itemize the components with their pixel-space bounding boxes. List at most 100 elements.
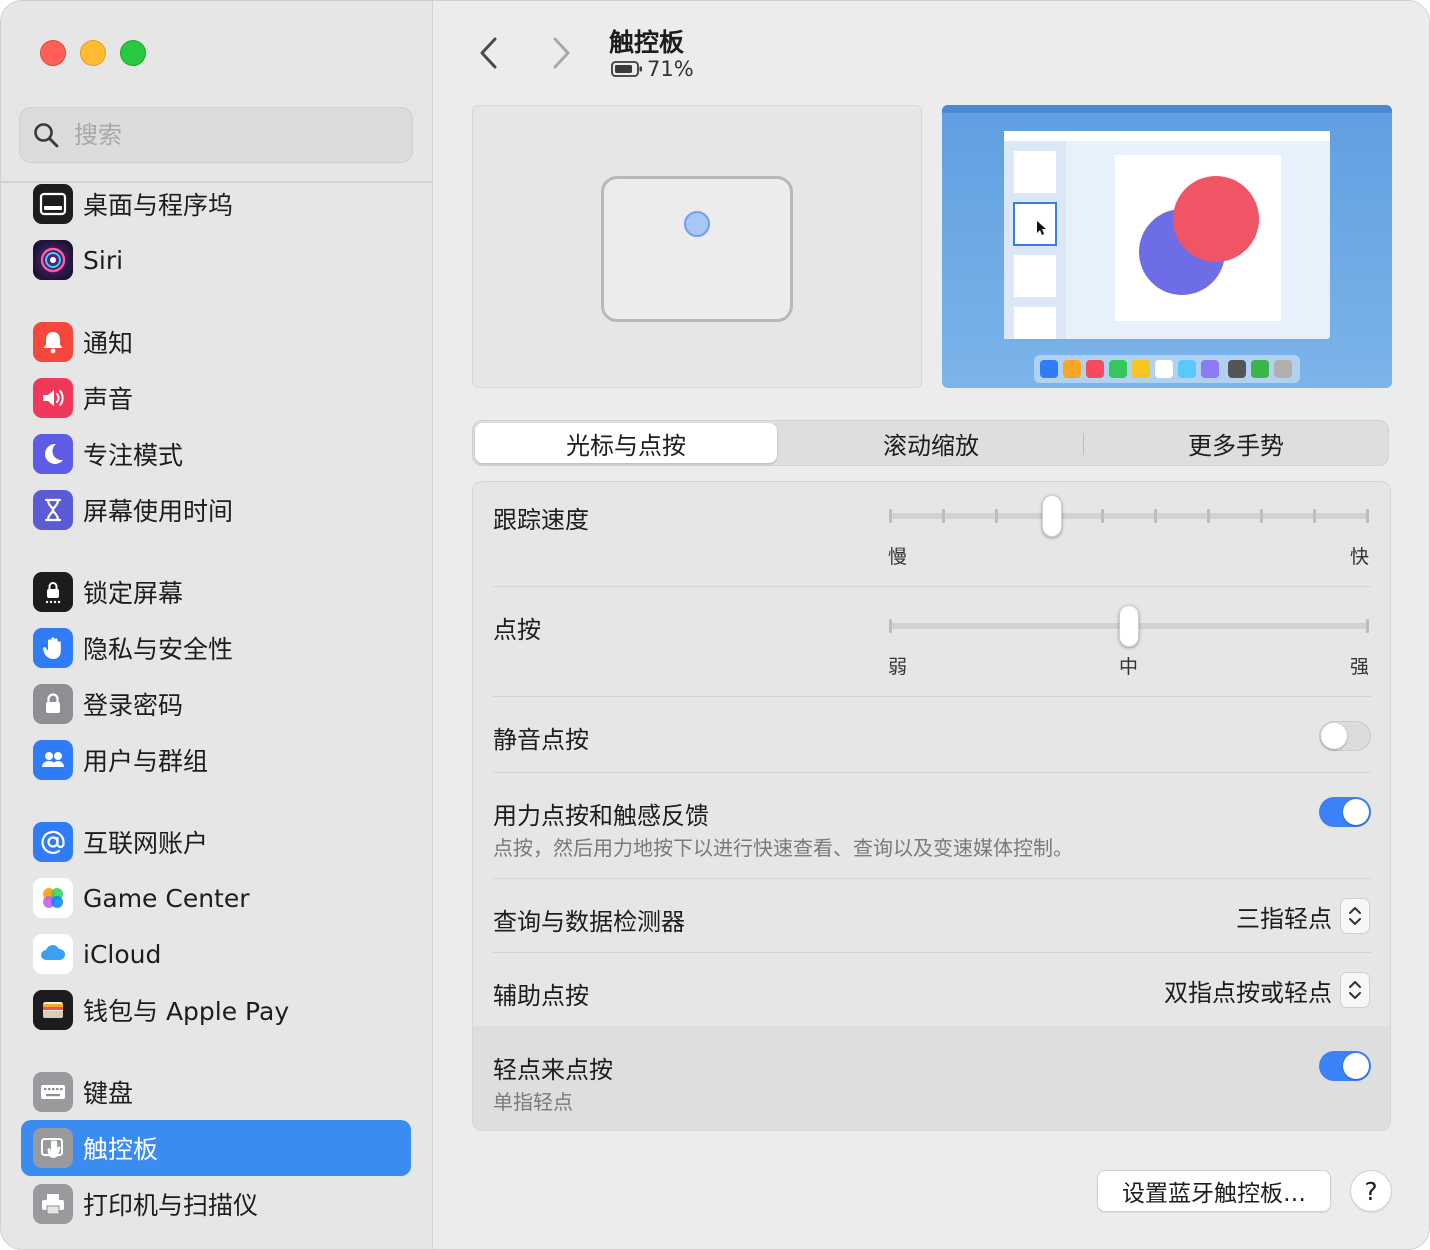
force-click-description: 点按，然后用力地按下以进行快速查看、查询以及变速媒体控制。 — [493, 836, 1073, 860]
row-separator — [493, 586, 1371, 587]
sidebar-item-login-password[interactable]: 登录密码 — [21, 676, 411, 732]
secondary-click-label: 辅助点按 — [493, 982, 589, 1010]
click-pressure-knob[interactable] — [1119, 605, 1139, 647]
game-center-icon — [33, 878, 73, 918]
focus-moon-icon — [33, 434, 73, 474]
sidebar-item-label: 桌面与程序坞 — [83, 191, 234, 220]
sidebar-item-users-groups[interactable]: 用户与群组 — [21, 732, 411, 788]
dock-icon — [33, 184, 73, 224]
sidebar-item-label: 声音 — [83, 385, 134, 414]
slider-tick — [1154, 509, 1157, 523]
finger-tap-indicator — [684, 211, 710, 237]
help-button[interactable]: ? — [1350, 1170, 1392, 1212]
slider-tick — [1207, 509, 1210, 523]
search-input[interactable] — [74, 121, 394, 149]
row-separator — [493, 952, 1371, 953]
sound-icon — [33, 378, 73, 418]
tab-scroll-zoom[interactable]: 滚动缩放 — [780, 423, 1082, 463]
at-icon — [33, 822, 73, 862]
wallet-icon — [33, 990, 73, 1030]
sidebar-item-keyboard[interactable]: 键盘 — [21, 1064, 411, 1120]
demo-desktop-illustration — [942, 105, 1392, 383]
settings-window: 桌面与程序坞 Siri 通知 声音 专注模式 — [0, 0, 1430, 1250]
sidebar-item-siri[interactable]: Siri — [21, 232, 411, 288]
tab-bar: 光标与点按 滚动缩放 更多手势 — [472, 420, 1389, 466]
sidebar-item-printers[interactable]: 打印机与扫描仪 — [21, 1176, 411, 1232]
chevron-left-icon — [480, 37, 497, 69]
click-pressure-min-label: 弱 — [888, 656, 908, 678]
sidebar-item-label: Game Center — [83, 883, 250, 913]
toggle-thumb — [1343, 1053, 1369, 1079]
force-click-toggle[interactable] — [1319, 797, 1371, 827]
sidebar-item-screen-time[interactable]: 屏幕使用时间 — [21, 482, 411, 538]
sidebar-item-desktop-dock[interactable]: 桌面与程序坞 — [21, 176, 411, 232]
slider-track — [889, 513, 1369, 519]
tracking-speed-knob[interactable] — [1042, 495, 1063, 537]
battery-icon — [611, 61, 642, 77]
back-button[interactable] — [469, 31, 509, 75]
sidebar-item-label: 锁定屏幕 — [83, 579, 184, 608]
sidebar-item-label: 用户与群组 — [83, 747, 209, 776]
updown-chevron-icon — [1340, 898, 1370, 934]
trackpad-gesture-preview — [472, 105, 922, 388]
sidebar-item-sound[interactable]: 声音 — [21, 370, 411, 426]
slider-tick — [889, 509, 892, 523]
sidebar-item-label: 触控板 — [83, 1135, 159, 1164]
slider-tick — [1366, 509, 1369, 523]
search-field[interactable] — [19, 107, 413, 163]
toggle-thumb — [1321, 723, 1347, 749]
silent-click-toggle[interactable] — [1319, 721, 1371, 751]
sidebar-item-focus[interactable]: 专注模式 — [21, 426, 411, 482]
sidebar-item-label: 打印机与扫描仪 — [83, 1191, 259, 1220]
minimize-window-button[interactable] — [80, 40, 106, 66]
tab-separator — [1083, 433, 1084, 455]
tap-to-click-description: 单指轻点 — [493, 1090, 573, 1114]
silent-click-label: 静音点按 — [493, 726, 589, 754]
toggle-thumb — [1343, 799, 1369, 825]
search-icon — [34, 123, 59, 148]
sidebar-item-label: 专注模式 — [83, 441, 184, 470]
force-click-label: 用力点按和触感反馈 — [493, 802, 709, 830]
zoom-window-button[interactable] — [120, 40, 146, 66]
tap-to-click-toggle[interactable] — [1319, 1051, 1371, 1081]
setup-bluetooth-trackpad-button[interactable]: 设置蓝牙触控板… — [1097, 1170, 1331, 1212]
battery-status: 71% — [611, 57, 694, 81]
slider-tick — [1260, 509, 1263, 523]
battery-percent: 71% — [647, 57, 694, 81]
forward-button[interactable] — [541, 31, 581, 75]
tab-more-gestures[interactable]: 更多手势 — [1085, 423, 1387, 463]
sidebar-item-game-center[interactable]: Game Center — [21, 870, 411, 926]
sidebar-item-label: 互联网账户 — [83, 829, 209, 858]
sidebar: 桌面与程序坞 Siri 通知 声音 专注模式 — [1, 1, 433, 1249]
sidebar-item-trackpad[interactable]: 触控板 — [21, 1120, 411, 1176]
sidebar-item-label: Siri — [83, 245, 124, 275]
users-icon — [33, 740, 73, 780]
tracking-speed-label: 跟踪速度 — [493, 506, 589, 534]
sidebar-item-label: 通知 — [83, 329, 134, 358]
slider-tick — [1101, 509, 1104, 523]
sidebar-item-icloud[interactable]: iCloud — [21, 926, 411, 982]
secondary-click-popup-button[interactable]: 双指点按或轻点 — [1164, 972, 1370, 1008]
notifications-icon — [33, 322, 73, 362]
page-title: 触控板 — [609, 28, 685, 57]
close-window-button[interactable] — [40, 40, 66, 66]
trackpad-illustration — [601, 176, 793, 322]
main-pane: 触控板 71% 光标与点按 滚动缩放 更多手势 跟踪速度 慢 快 点按 弱 中 … — [434, 1, 1429, 1249]
tab-point-click[interactable]: 光标与点按 — [475, 423, 777, 463]
sidebar-item-privacy[interactable]: 隐私与安全性 — [21, 620, 411, 676]
click-pressure-mid-label: 中 — [1119, 656, 1139, 678]
row-separator — [493, 878, 1371, 879]
lookup-popup-button[interactable]: 三指轻点 — [1236, 898, 1370, 934]
tracking-speed-min-label: 慢 — [888, 546, 908, 568]
siri-icon — [33, 240, 73, 280]
sidebar-item-internet-accounts[interactable]: 互联网账户 — [21, 814, 411, 870]
slider-tick — [1313, 509, 1316, 523]
settings-group: 跟踪速度 慢 快 点按 弱 中 强 静音点按 用力点按和触感反馈 点按，然后用力… — [472, 481, 1391, 1131]
slider-tick — [889, 619, 892, 633]
sidebar-item-notifications[interactable]: 通知 — [21, 314, 411, 370]
tap-to-click-label: 轻点来点按 — [493, 1056, 613, 1084]
sidebar-item-wallet[interactable]: 钱包与 Apple Pay — [21, 982, 411, 1038]
sidebar-item-lock-screen[interactable]: 锁定屏幕 — [21, 564, 411, 620]
icloud-icon — [33, 934, 73, 974]
click-pressure-max-label: 强 — [1350, 656, 1370, 678]
